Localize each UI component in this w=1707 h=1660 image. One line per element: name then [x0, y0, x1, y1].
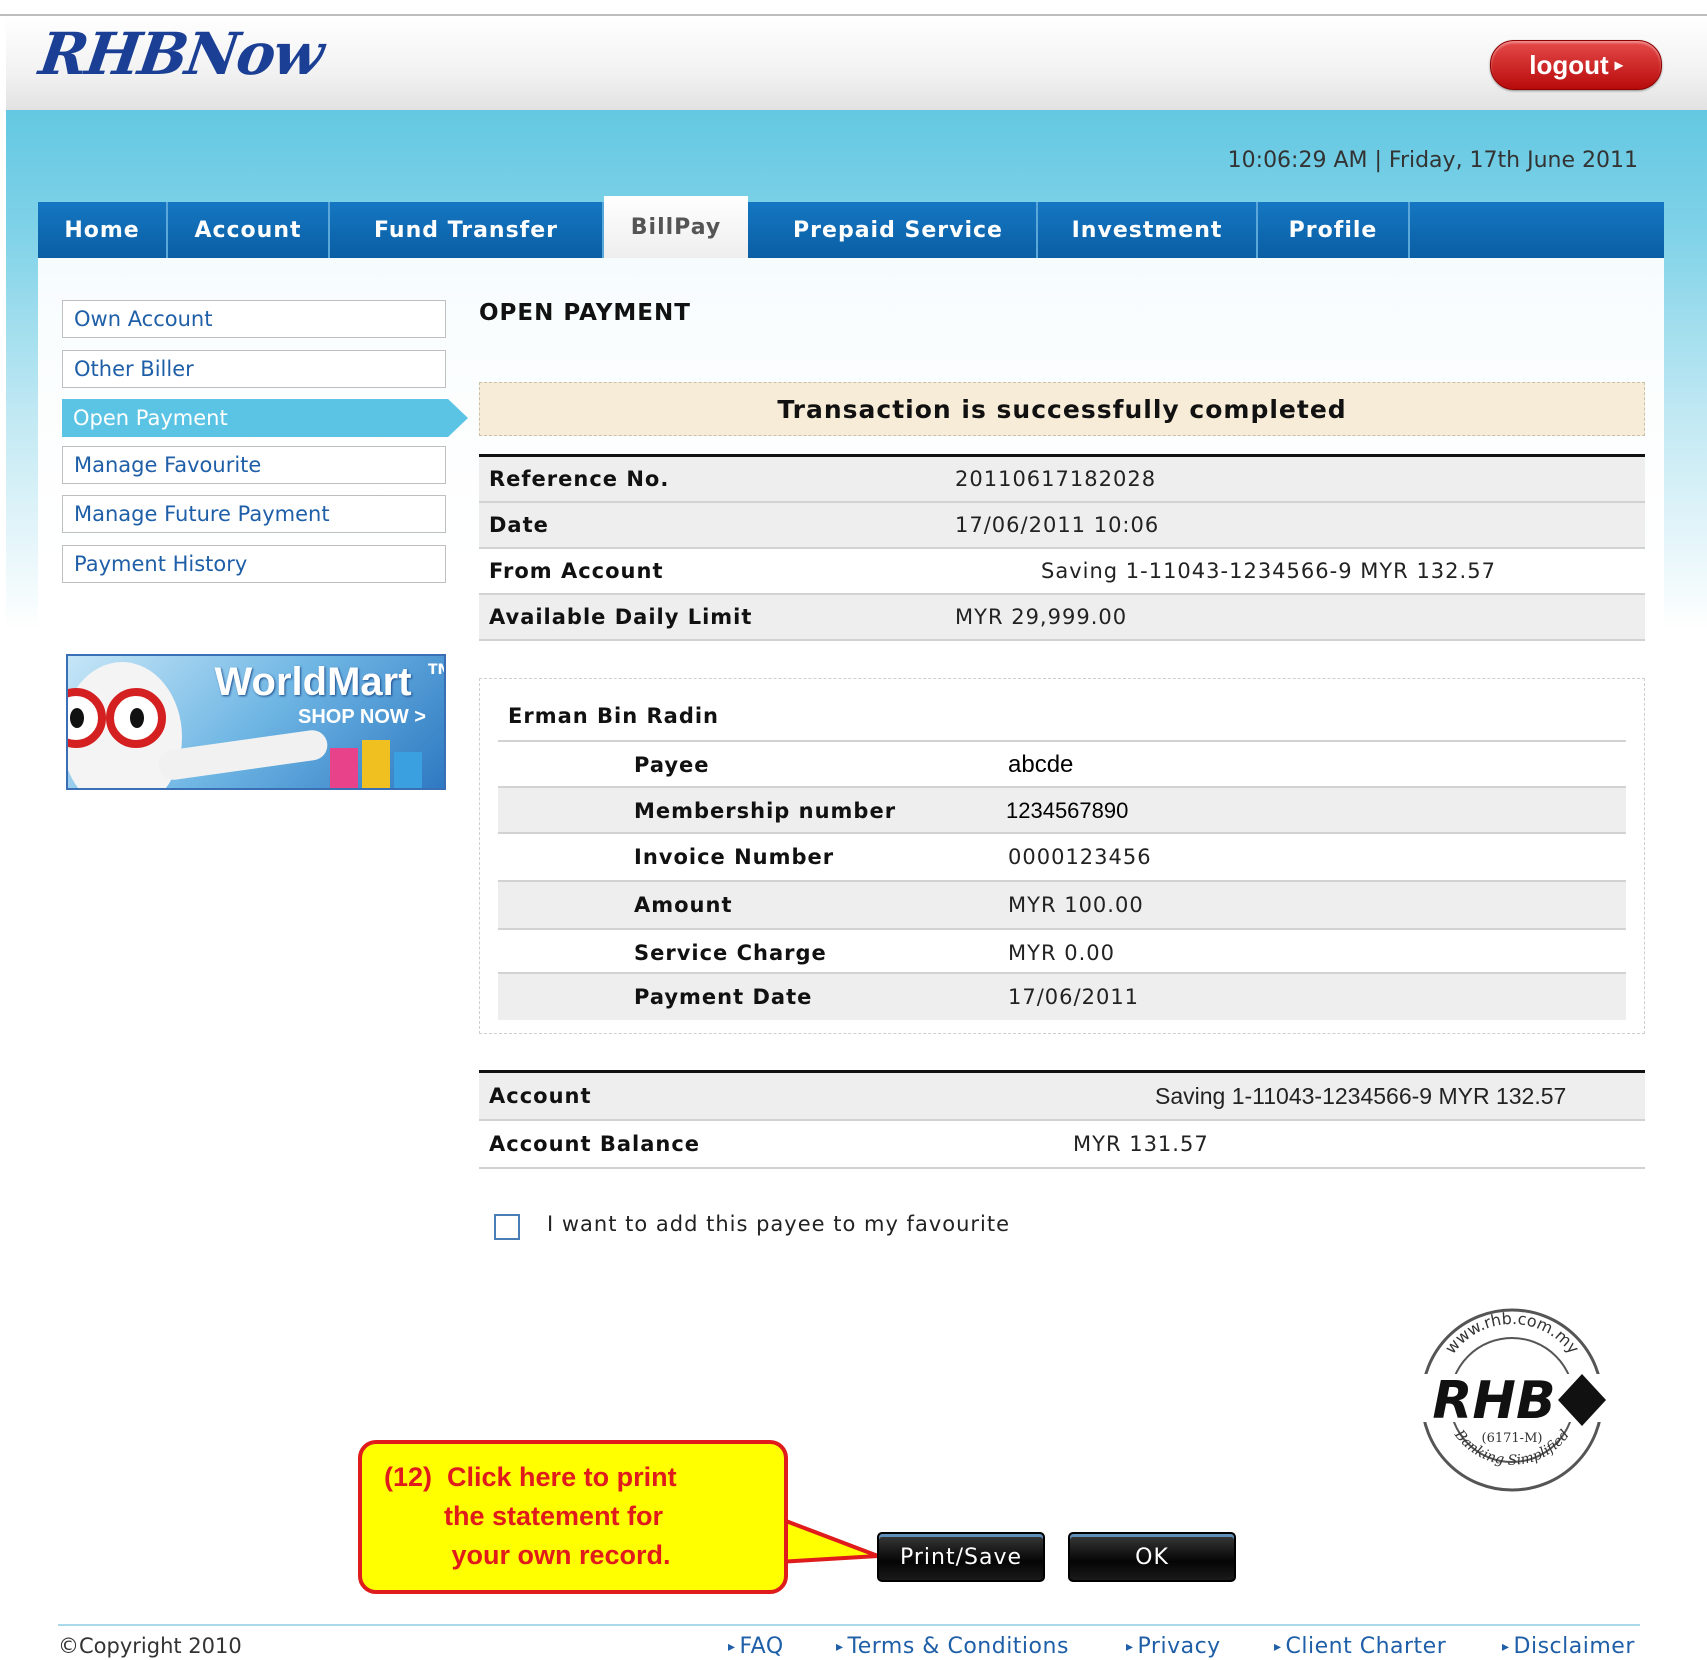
footer-link-privacy[interactable]: ▸ Privacy: [1126, 1634, 1221, 1659]
callout-text: (12) Click here to print the statement f…: [384, 1458, 764, 1575]
row-value: MYR 29,999.00: [955, 605, 1128, 629]
bullet-icon: ▸: [1274, 1639, 1282, 1655]
callout-line: (12) Click here to print: [384, 1462, 677, 1492]
rhbnow-logo: RHBNow: [35, 20, 327, 88]
footer-link-faq[interactable]: ▸ FAQ: [728, 1634, 784, 1659]
row-value: 1234567890: [1006, 798, 1129, 823]
worldmart-ad-banner[interactable]: WorldMart TM SHOP NOW >: [66, 654, 446, 790]
row-value: Saving 1-11043-1234566-9 MYR 132.57: [1155, 1083, 1567, 1109]
ok-button[interactable]: OK: [1068, 1532, 1236, 1582]
payee-row: Invoice Number 0000123456: [498, 832, 1626, 880]
row-value: MYR 0.00: [1008, 941, 1115, 965]
print-save-button[interactable]: Print/Save: [877, 1532, 1045, 1582]
row-label: Account Balance: [489, 1132, 701, 1156]
row-label: Membership number: [634, 799, 897, 823]
row-value: 20110617182028: [955, 467, 1157, 491]
logout-label: logout: [1529, 49, 1609, 80]
payee-holder-name: Erman Bin Radin: [508, 704, 720, 728]
seal-registration: (6171-M): [1482, 1431, 1543, 1446]
favourite-checkbox[interactable]: [494, 1214, 520, 1240]
row-value: MYR 100.00: [1008, 893, 1144, 917]
row-label: From Account: [489, 559, 664, 583]
row-label: Payment Date: [634, 985, 813, 1009]
rhb-seal-logo: www.rhb.com.my Banking Simplified RHB (6…: [1410, 1308, 1614, 1492]
row-label: Account: [489, 1084, 592, 1108]
footer-link-label: Terms & Conditions: [847, 1634, 1069, 1659]
footer-link-terms[interactable]: ▸ Terms & Conditions: [836, 1634, 1069, 1659]
row-value: Saving 1-11043-1234566-9 MYR 132.57: [1041, 559, 1496, 583]
footer-link-label: FAQ: [739, 1634, 784, 1659]
footer-link-label: Privacy: [1137, 1634, 1221, 1659]
ad-trademark: TM: [428, 662, 444, 678]
tab-billpay[interactable]: BillPay: [604, 196, 748, 258]
ad-shop-now: SHOP NOW >: [298, 706, 426, 728]
row-label: Invoice Number: [634, 845, 835, 869]
bullet-icon: ▸: [836, 1639, 844, 1655]
chevron-right-icon: ▸: [1614, 57, 1623, 74]
table-row: Date 17/06/2011 10:06: [479, 503, 1645, 549]
row-value: 17/06/2011 10:06: [955, 513, 1160, 537]
mascot-arm: [156, 728, 330, 782]
sidebar-item-open-payment[interactable]: Open Payment: [62, 399, 468, 437]
row-label: Date: [489, 513, 549, 537]
row-label: Amount: [634, 893, 733, 917]
datetime-display: 10:06:29 AM | Friday, 17th June 2011: [1227, 148, 1638, 173]
account-balance-table: Account Saving 1-11043-1234566-9 MYR 132…: [479, 1070, 1645, 1169]
tab-fund-transfer[interactable]: Fund Transfer: [330, 202, 604, 258]
table-row: Available Daily Limit MYR 29,999.00: [479, 595, 1645, 641]
sidebar-item-manage-favourite[interactable]: Manage Favourite: [62, 446, 446, 484]
footer-link-label: Client Charter: [1285, 1634, 1447, 1659]
sidebar-item-own-account[interactable]: Own Account: [62, 300, 446, 338]
row-label: Payee: [634, 753, 710, 777]
table-row: Reference No. 20110617182028: [479, 457, 1645, 503]
bullet-icon: ▸: [728, 1639, 736, 1655]
callout-line: the statement for: [384, 1501, 664, 1531]
ad-title: WorldMart: [214, 660, 412, 704]
tab-profile[interactable]: Profile: [1258, 202, 1410, 258]
row-value: 0000123456: [1008, 845, 1152, 869]
shopping-bag-icon: [394, 752, 422, 788]
footer-link-disclaimer[interactable]: ▸ Disclaimer: [1502, 1634, 1635, 1659]
tab-account[interactable]: Account: [168, 202, 330, 258]
tab-home[interactable]: Home: [38, 202, 168, 258]
sidebar-item-payment-history[interactable]: Payment History: [62, 545, 446, 583]
payee-row: Service Charge MYR 0.00: [498, 928, 1626, 976]
logout-button[interactable]: logout ▸: [1490, 40, 1662, 90]
row-value: 17/06/2011: [1008, 985, 1140, 1009]
tab-prepaid-service[interactable]: Prepaid Service: [760, 202, 1038, 258]
payee-row: Payment Date 17/06/2011: [498, 972, 1626, 1020]
callout-line: your own record.: [384, 1540, 671, 1570]
bullet-icon: ▸: [1502, 1639, 1510, 1655]
table-row: From Account Saving 1-11043-1234566-9 MY…: [479, 549, 1645, 595]
shopping-bag-icon: [330, 748, 358, 788]
favourite-checkbox-label: I want to add this payee to my favourite: [547, 1212, 1011, 1236]
footer-link-client-charter[interactable]: ▸ Client Charter: [1274, 1634, 1446, 1659]
row-label: Service Charge: [634, 941, 827, 965]
sidebar-item-other-biller[interactable]: Other Biller: [62, 350, 446, 388]
row-value: MYR 131.57: [1073, 1132, 1209, 1156]
glasses-icon: [106, 688, 166, 748]
table-row: Account Balance MYR 131.57: [479, 1121, 1645, 1169]
footer-divider: [58, 1624, 1640, 1626]
transaction-summary-table: Reference No. 20110617182028 Date 17/06/…: [479, 454, 1645, 641]
row-value: abcde: [1008, 751, 1074, 778]
payee-row: Payee abcde: [498, 740, 1626, 788]
row-label: Reference No.: [489, 467, 670, 491]
payee-row: Membership number 1234567890: [498, 786, 1626, 834]
footer-link-label: Disclaimer: [1513, 1634, 1635, 1659]
sidebar-item-manage-future-payment[interactable]: Manage Future Payment: [62, 495, 446, 533]
payee-row: Amount MYR 100.00: [498, 880, 1626, 928]
page-title: OPEN PAYMENT: [479, 300, 691, 326]
status-banner: Transaction is successfully completed: [479, 382, 1645, 436]
seal-name: RHB: [1432, 1371, 1555, 1431]
copyright-text: ©Copyright 2010: [58, 1634, 242, 1658]
shopping-bag-icon: [362, 740, 390, 788]
table-row: Account Saving 1-11043-1234566-9 MYR 132…: [479, 1073, 1645, 1121]
row-label: Available Daily Limit: [489, 605, 753, 629]
bullet-icon: ▸: [1126, 1639, 1134, 1655]
tab-investment[interactable]: Investment: [1038, 202, 1258, 258]
